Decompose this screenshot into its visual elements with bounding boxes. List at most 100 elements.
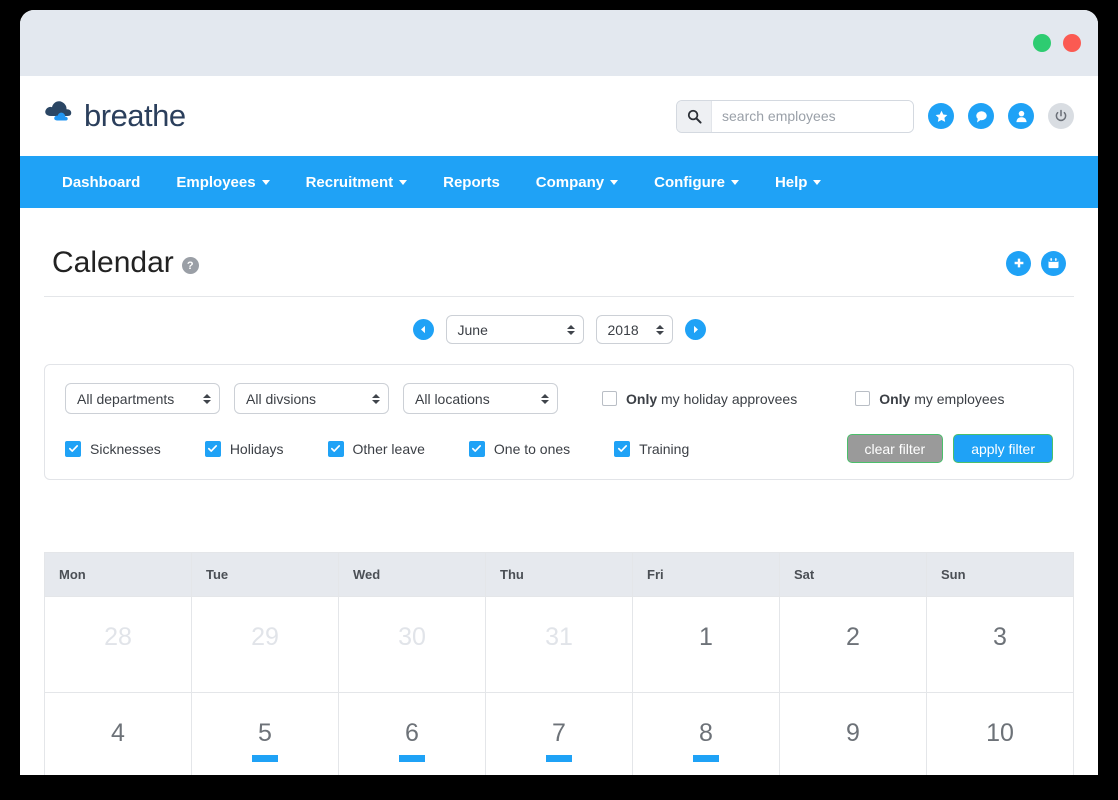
chevron-down-icon xyxy=(730,179,739,185)
calendar-day-cell[interactable]: 28 xyxy=(45,596,192,692)
day-number: 30 xyxy=(398,623,426,651)
header-right-tools xyxy=(676,99,1074,133)
checkbox-only-my-holiday-approvees[interactable]: Only my holiday approvees xyxy=(602,391,797,407)
day-number: 2 xyxy=(846,623,860,651)
checkbox-label: Holidays xyxy=(229,440,284,457)
nav-item-dashboard[interactable]: Dashboard xyxy=(44,156,158,208)
calendar-view-button[interactable] xyxy=(1041,250,1066,276)
calendar-day-cell[interactable]: 1 xyxy=(633,596,780,692)
weekday-fri: Fri xyxy=(633,553,780,596)
checkbox-box[interactable] xyxy=(65,440,81,457)
cloud-icon xyxy=(44,99,78,134)
calendar-day-cell[interactable]: 29 xyxy=(192,596,339,692)
day-number: 1 xyxy=(699,623,713,651)
checkbox-box[interactable] xyxy=(614,440,631,457)
day-number: 7 xyxy=(552,719,566,747)
department-select[interactable]: All departments xyxy=(65,383,220,414)
close-dot[interactable] xyxy=(1063,34,1081,52)
checkbox-holidays[interactable]: Holidays xyxy=(204,440,284,457)
nav-item-help[interactable]: Help xyxy=(757,156,840,208)
weekday-mon: Mon xyxy=(45,553,192,596)
checkbox-training[interactable]: Training xyxy=(614,440,690,457)
calendar-day-cell[interactable]: 31 xyxy=(486,596,633,692)
filter-row-selects: All departments All divsions All locatio… xyxy=(65,383,1053,414)
day-number: 8 xyxy=(699,719,713,747)
previous-month-button[interactable] xyxy=(412,319,434,340)
day-number: 29 xyxy=(251,623,279,651)
brand-logo[interactable]: breathe xyxy=(44,98,186,134)
year-select[interactable]: 2018 xyxy=(595,315,673,344)
checkbox-label: Training xyxy=(639,440,690,457)
division-select[interactable]: All divsions xyxy=(234,383,389,414)
nav-item-reports[interactable]: Reports xyxy=(425,156,518,208)
calendar-day-cell[interactable]: 30 xyxy=(339,596,486,692)
event-spacer xyxy=(987,755,1013,762)
checkbox-only-my-employees[interactable]: Only my employees xyxy=(855,391,1004,407)
checkbox-box[interactable] xyxy=(855,391,871,406)
browser-window: breathe search employees Dashboard Emplo… xyxy=(20,10,1098,775)
page-title: Calendar xyxy=(52,246,174,279)
checkbox-label: One to ones xyxy=(493,440,571,457)
weekday-sun: Sun xyxy=(941,567,966,582)
calendar-week-row: 28 29 30 31 1 2 3 xyxy=(45,596,1073,692)
checkbox-box[interactable] xyxy=(204,440,221,457)
search-box[interactable] xyxy=(676,99,914,133)
department-select-value: All departments xyxy=(77,390,175,407)
chat-icon[interactable] xyxy=(968,103,994,129)
weekday-wed: Wed xyxy=(339,553,486,596)
event-indicator[interactable] xyxy=(399,755,425,762)
month-select[interactable]: June xyxy=(445,315,584,344)
day-number: 4 xyxy=(111,719,125,747)
event-indicator[interactable] xyxy=(546,755,572,762)
checkbox-one-to-ones[interactable]: One to ones xyxy=(468,440,571,457)
calendar-day-cell[interactable]: 9 xyxy=(780,692,927,775)
stepper-icon xyxy=(372,393,380,404)
checkbox-other-leave[interactable]: Other leave xyxy=(327,440,425,457)
search-input[interactable] xyxy=(712,100,913,132)
minimize-dot[interactable] xyxy=(1033,34,1051,52)
location-select[interactable]: All locations xyxy=(403,383,558,414)
checkbox-label: Other leave xyxy=(352,440,425,457)
nav-label: Dashboard xyxy=(62,173,141,191)
calendar-day-cell[interactable]: 4 xyxy=(45,692,192,775)
day-number: 10 xyxy=(986,719,1014,747)
checkbox-box[interactable] xyxy=(327,440,344,457)
event-spacer xyxy=(546,659,572,666)
checkbox-box[interactable] xyxy=(468,440,485,457)
calendar-day-cell[interactable]: 10 xyxy=(927,692,1073,775)
stepper-icon xyxy=(655,324,664,335)
brand-name: breathe xyxy=(84,98,186,133)
user-icon[interactable] xyxy=(1008,103,1034,129)
add-button[interactable] xyxy=(1006,250,1031,276)
nav-item-company[interactable]: Company xyxy=(518,156,636,208)
filter-row-types: Sicknesses Holidays Other leave One to o… xyxy=(65,434,1053,463)
event-indicator[interactable] xyxy=(693,755,719,762)
calendar-day-cell[interactable]: 6 xyxy=(339,692,486,775)
stepper-icon xyxy=(566,324,575,335)
calendar-day-cell[interactable]: 5 xyxy=(192,692,339,775)
clear-filter-button[interactable]: clear filter xyxy=(846,434,944,463)
search-icon xyxy=(677,100,712,132)
calendar-day-cell[interactable]: 8 xyxy=(633,692,780,775)
calendar-day-cell[interactable]: 3 xyxy=(927,596,1073,692)
apply-filter-button[interactable]: apply filter xyxy=(953,434,1053,463)
event-indicator[interactable] xyxy=(252,755,278,762)
checkbox-sicknesses[interactable]: Sicknesses xyxy=(65,440,161,457)
next-month-button[interactable] xyxy=(684,319,706,340)
calendar-day-cell[interactable]: 2 xyxy=(780,596,927,692)
nav-item-recruitment[interactable]: Recruitment xyxy=(288,156,426,208)
star-icon[interactable] xyxy=(928,103,954,129)
event-spacer xyxy=(252,659,278,666)
calendar-day-cell[interactable]: 7 xyxy=(486,692,633,775)
weekday-tue: Tue xyxy=(192,553,339,596)
event-spacer xyxy=(840,755,866,762)
help-icon[interactable]: ? xyxy=(181,257,199,274)
power-icon[interactable] xyxy=(1048,103,1074,129)
checkbox-box[interactable] xyxy=(602,391,617,406)
calendar-grid: Mon Tue Wed Thu Fri Sat Sun 28 29 30 31 … xyxy=(44,552,1074,775)
nav-item-configure[interactable]: Configure xyxy=(636,156,757,208)
day-number: 6 xyxy=(405,719,419,747)
nav-item-employees[interactable]: Employees xyxy=(158,156,287,208)
day-number: 5 xyxy=(258,719,272,747)
chevron-down-icon xyxy=(610,179,619,185)
